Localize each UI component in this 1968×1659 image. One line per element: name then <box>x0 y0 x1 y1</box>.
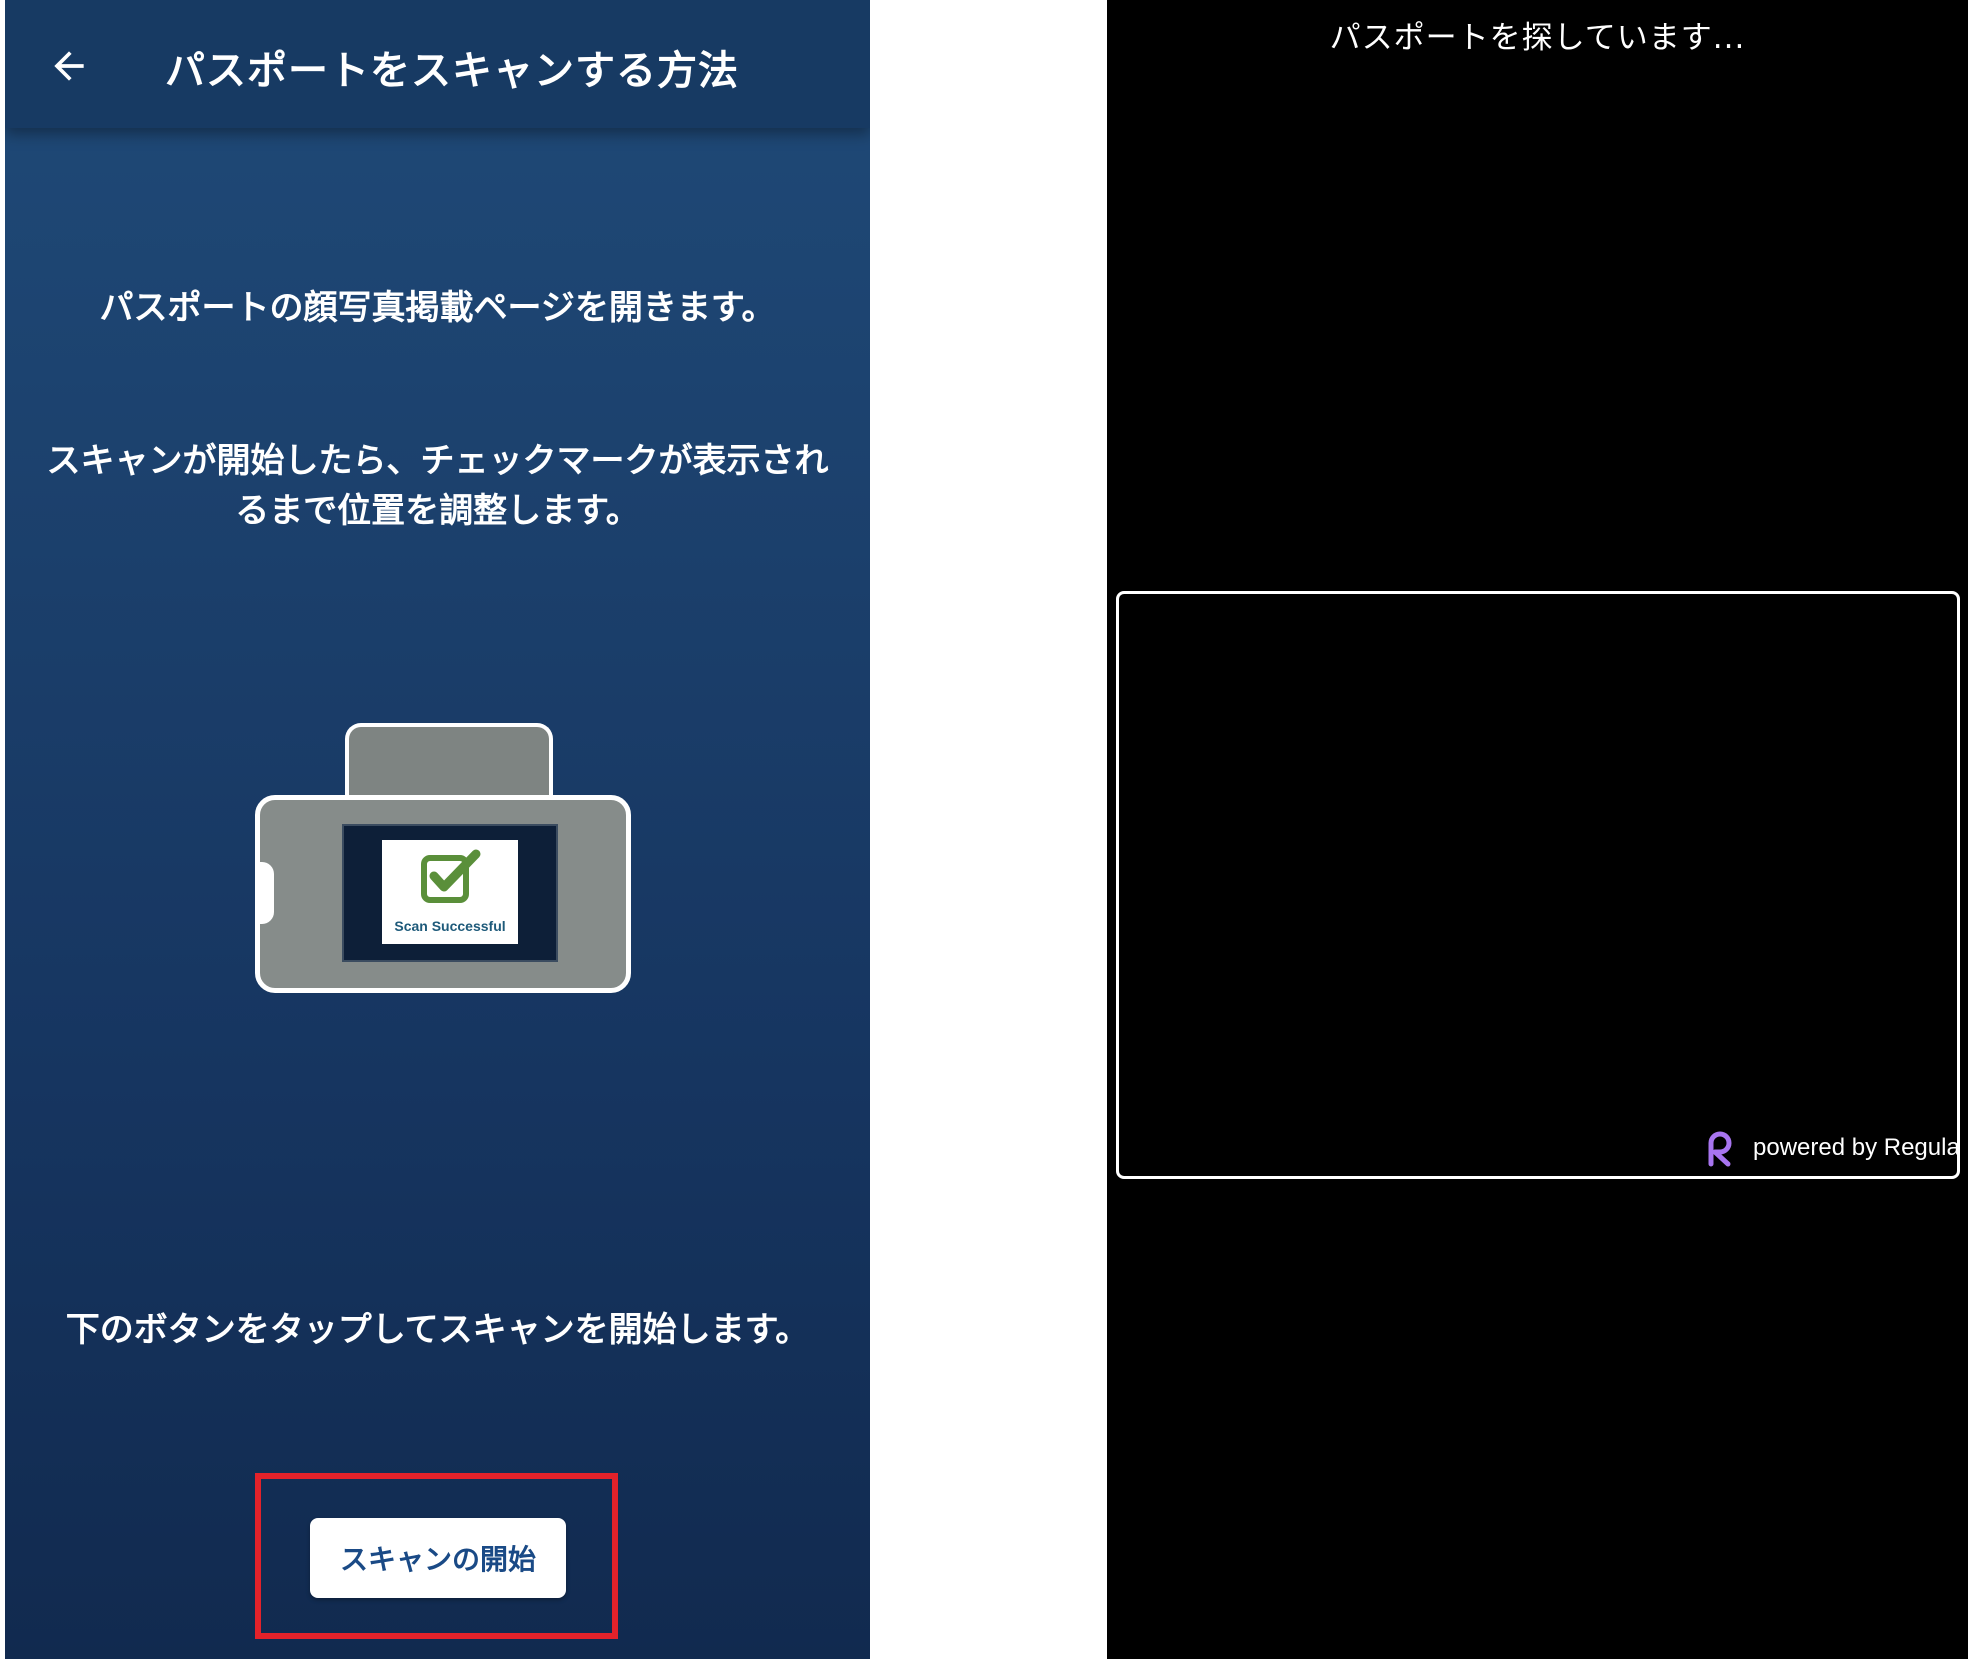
document-scan-frame: powered by Regula <box>1116 591 1960 1179</box>
scan-status-text: パスポートを探しています... <box>1329 20 1746 56</box>
powered-by-text: powered by Regula <box>1753 1134 1960 1161</box>
scan-success-card: Scan Successful <box>382 840 518 944</box>
app-header: パスポートをスキャンする方法 <box>5 0 870 128</box>
start-scan-button[interactable]: スキャンの開始 <box>310 1518 566 1598</box>
phone-shape: Scan Successful <box>255 795 631 993</box>
camera-scan-screen: パスポートを探しています... powered by Regula <box>1107 0 1968 1659</box>
phone-screen: Scan Successful <box>342 824 558 962</box>
phone-notch <box>256 862 274 924</box>
screenshot-canvas: パスポートをスキャンする方法 パスポートの顔写真掲載ページを開きます。 スキャン… <box>0 0 1968 1659</box>
instruction-tap-button: 下のボタンをタップしてスキャンを開始します。 <box>65 1310 810 1350</box>
scan-instructions-screen: パスポートをスキャンする方法 パスポートの顔写真掲載ページを開きます。 スキャン… <box>5 0 870 1659</box>
regula-logo-icon <box>1708 1131 1732 1167</box>
instruction-open-photo-page: パスポートの顔写真掲載ページを開きます。 <box>99 288 776 328</box>
scan-successful-text: Scan Successful <box>394 918 506 934</box>
page-title: パスポートをスキャンする方法 <box>165 48 739 94</box>
instruction-adjust-position: スキャンが開始したら、チェックマークが表示されるまで位置を調整します。 <box>46 441 829 531</box>
phone-scan-illustration: Scan Successful <box>255 723 631 993</box>
arrow-left-icon[interactable] <box>47 44 91 88</box>
checkmark-icon <box>421 849 481 903</box>
